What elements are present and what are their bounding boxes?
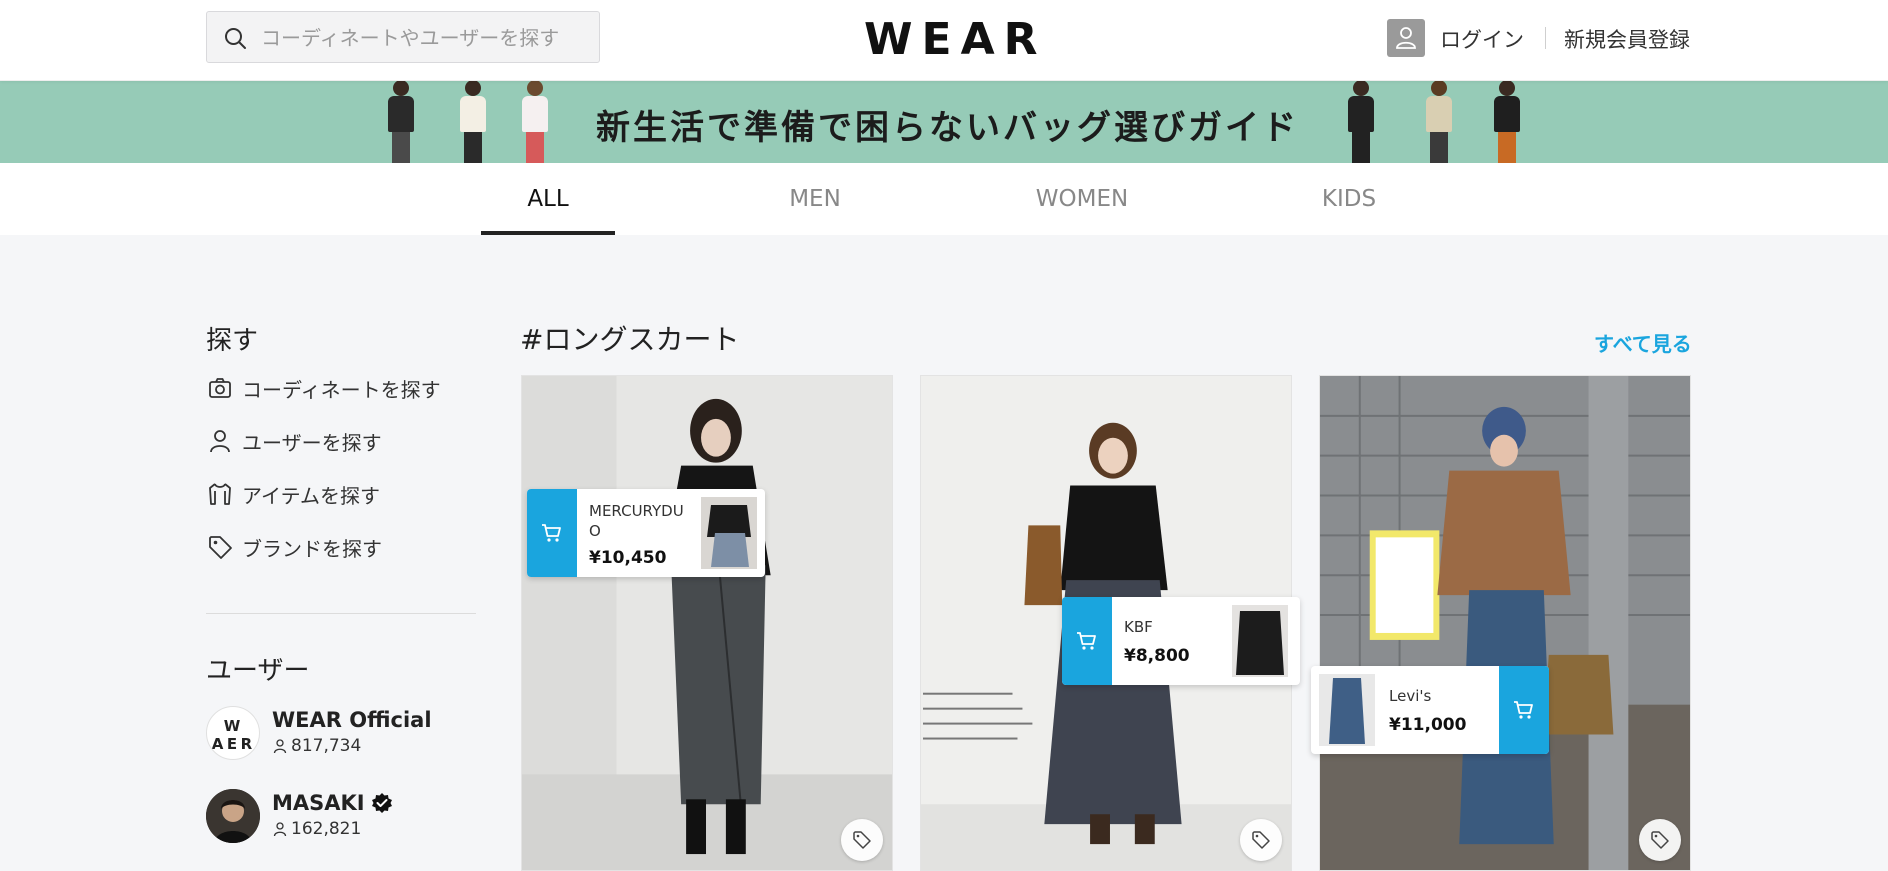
cart-button[interactable] [527, 489, 577, 577]
person-icon [273, 739, 287, 754]
search-section-title: 探す [206, 326, 259, 356]
user-name[interactable]: MASAKI [272, 791, 393, 815]
coordinate-card[interactable] [1319, 375, 1691, 871]
avatar[interactable]: W E A R [206, 706, 260, 760]
verified-badge-icon [371, 793, 392, 813]
sidebar-item-coordinates[interactable]: コーディネートを探す [206, 371, 441, 405]
item-brand: KBF [1124, 618, 1153, 636]
sidebar-item-label: コーディネートを探す [242, 377, 441, 402]
camera-icon [209, 378, 231, 398]
tab-all[interactable]: ALL [481, 163, 615, 235]
sidebar-item-users[interactable]: ユーザーを探す [206, 424, 382, 458]
item-thumbnail [701, 497, 757, 569]
login-link[interactable]: ログイン [1440, 24, 1524, 54]
cart-icon [542, 524, 561, 542]
coordinate-card[interactable] [521, 375, 893, 871]
tag-button[interactable] [841, 819, 883, 861]
sidebar-item-brands[interactable]: ブランドを探す [206, 530, 382, 564]
coordinate-photo [1320, 376, 1690, 870]
coordinate-photo [522, 376, 892, 870]
model-figure-image [456, 80, 490, 163]
header-divider [1545, 27, 1546, 49]
item-price: ¥11,000 [1389, 715, 1467, 735]
see-all-link[interactable]: すべて見る [1594, 328, 1692, 357]
item-popup[interactable]: MERCURYDUO ¥10,450 [527, 489, 765, 577]
model-figure-image [1344, 80, 1378, 163]
search-icon [225, 28, 246, 49]
sidebar-item-label: ユーザーを探す [242, 430, 382, 455]
users-section-title: ユーザー [206, 656, 310, 686]
user-row-masaki[interactable]: MASAKI 162,821 [206, 789, 466, 845]
item-thumbnail [1319, 674, 1375, 746]
cart-icon [1514, 701, 1533, 719]
follower-count: 162,821 [272, 819, 361, 839]
item-price: ¥8,800 [1124, 646, 1190, 666]
sidebar-item-label: アイテムを探す [242, 483, 380, 508]
tab-women[interactable]: WOMEN [1015, 163, 1149, 235]
model-figure-image [1490, 80, 1524, 163]
tag-button[interactable] [1240, 819, 1282, 861]
banner-headline: 新生活で準備で困らないバッグ選びガイド [596, 108, 1299, 148]
item-popup[interactable]: KBF ¥8,800 [1062, 597, 1300, 685]
promo-banner[interactable]: 新生活で準備で困らないバッグ選びガイド [0, 80, 1888, 163]
sidebar-item-items[interactable]: アイテムを探す [206, 477, 380, 511]
user-row-wear-official[interactable]: W E A R WEAR Official 817,734 [206, 706, 466, 762]
gender-tabs: ALL MEN WOMEN KIDS [0, 163, 1888, 235]
avatar-logo-line: A R [211, 735, 259, 753]
tag-icon [1651, 831, 1669, 849]
item-thumbnail [1232, 605, 1288, 677]
item-price: ¥10,450 [589, 548, 667, 568]
cart-icon [1077, 632, 1096, 650]
model-figure-image [384, 80, 418, 163]
user-name[interactable]: WEAR Official [272, 708, 432, 732]
tag-icon [853, 831, 871, 849]
site-header: WEAR ログイン 新規会員登録 [0, 0, 1888, 81]
model-figure-image [518, 80, 552, 163]
tag-icon [209, 536, 232, 559]
guest-avatar-icon[interactable] [1387, 19, 1425, 57]
person-icon [210, 430, 230, 453]
tag-button[interactable] [1639, 819, 1681, 861]
sidebar-item-label: ブランドを探す [242, 536, 382, 561]
item-brand: Levi's [1389, 687, 1432, 705]
avatar[interactable] [206, 789, 260, 843]
item-popup[interactable]: Levi's ¥11,000 [1311, 666, 1549, 754]
register-link[interactable]: 新規会員登録 [1564, 24, 1690, 54]
cart-button[interactable] [1062, 597, 1112, 685]
tab-men[interactable]: MEN [748, 163, 882, 235]
hashtag-section-title: #ロングスカート [520, 323, 740, 356]
model-figure-image [1422, 80, 1456, 163]
search-input[interactable] [259, 12, 593, 64]
wear-logo[interactable]: WEAR [864, 14, 1047, 65]
tab-kids[interactable]: KIDS [1282, 163, 1416, 235]
cart-button[interactable] [1499, 666, 1549, 754]
shirt-icon [209, 483, 231, 505]
follower-count: 817,734 [272, 736, 361, 756]
search-box[interactable] [206, 11, 600, 64]
item-brand: MERCURYDUO [589, 502, 684, 540]
person-icon [273, 822, 287, 837]
tag-icon [1252, 831, 1270, 849]
sidebar-divider [206, 613, 476, 614]
